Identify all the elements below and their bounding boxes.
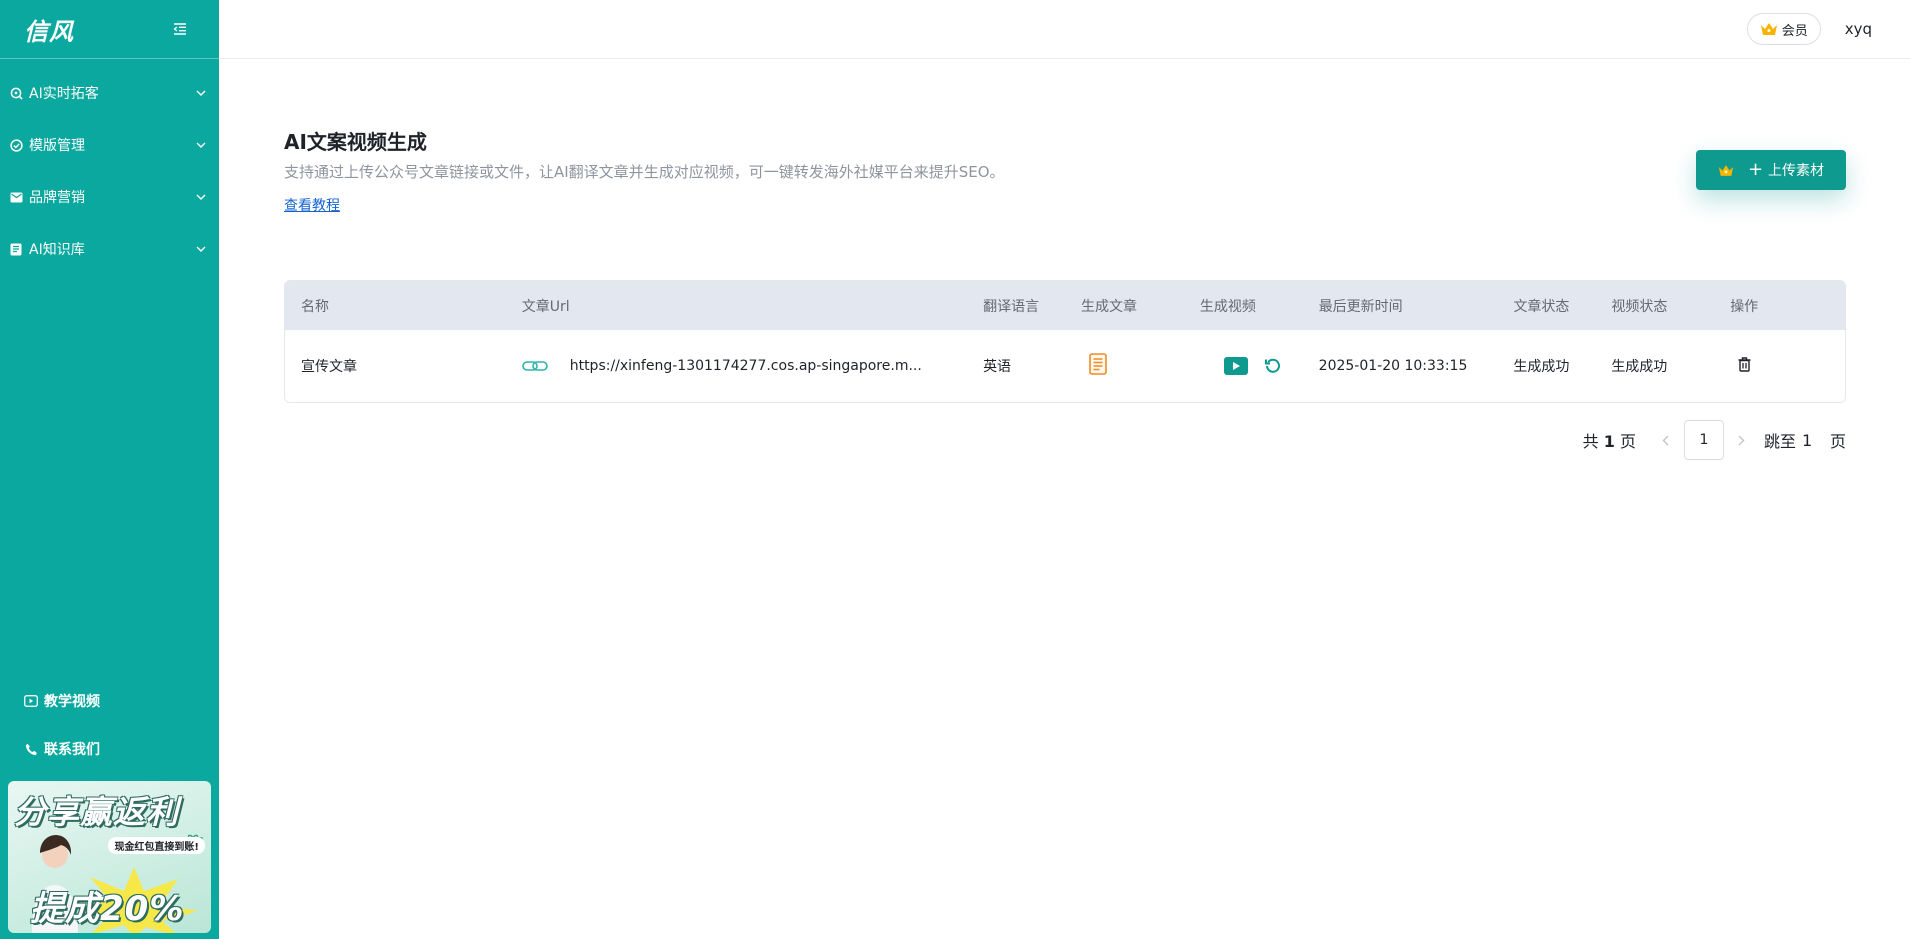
promo-title: 分享赢返利 <box>14 793 180 831</box>
column-header-name: 名称 <box>301 298 329 315</box>
sidebar-item-ai-knowledge-base[interactable]: AI知识库 <box>0 223 219 275</box>
chevron-down-icon <box>195 191 207 203</box>
row-url[interactable]: https://xinfeng-1301174277.cos.ap-singap… <box>570 358 922 374</box>
column-header-article-status: 文章状态 <box>1513 298 1570 315</box>
table-row: 宣传文章 https://xinfeng-1301174277.cos.ap-s… <box>285 330 1845 402</box>
user-name[interactable]: xyq <box>1845 20 1872 38</box>
pagination: 共 1 页 1 跳至 页 <box>1583 420 1846 460</box>
plus-icon: + <box>1747 159 1764 180</box>
jump-page-input[interactable] <box>1795 426 1830 454</box>
member-button[interactable]: 会员 <box>1746 13 1821 45</box>
sidebar-bottom: 教学视频 联系我们 分享赢返利 现金红包直接到账! 提成20% <box>0 677 219 939</box>
column-header-actions: 操作 <box>1730 298 1759 315</box>
page-number-button[interactable]: 1 <box>1683 420 1724 460</box>
member-label: 会员 <box>1781 23 1808 39</box>
page-title: AI文案视频生成 <box>284 130 427 154</box>
mail-icon <box>9 190 23 204</box>
upload-material-button[interactable]: + 上传素材 <box>1696 150 1846 190</box>
next-page-icon[interactable] <box>1730 428 1754 452</box>
row-video-status: 生成成功 <box>1611 359 1668 375</box>
table-header: 名称 文章Url 翻译语言 生成文章 生成视频 最后更新时间 文章状态 视频状态… <box>285 281 1845 330</box>
phone-icon <box>24 742 38 756</box>
sidebar-item-template-management[interactable]: 模版管理 <box>0 119 219 171</box>
row-video-cell <box>1184 357 1303 375</box>
jump-label: 跳至 <box>1763 432 1796 451</box>
page-description: 支持通过上传公众号文章链接或文件，让AI翻译文章并生成对应视频，可一键转发海外社… <box>284 163 1005 181</box>
row-language: 英语 <box>983 359 1012 375</box>
chevron-down-icon <box>195 139 207 151</box>
sidebar-item-brand-marketing[interactable]: 品牌营销 <box>0 171 219 223</box>
column-header-url: 文章Url <box>521 298 570 315</box>
regenerate-icon[interactable] <box>1264 357 1282 375</box>
column-header-updated: 最后更新时间 <box>1318 298 1403 315</box>
app-root: 信风 AI实时拓客 模版管理 品牌营销 AI知识库 教学视频 联系我们 分享赢返… <box>0 0 1910 939</box>
column-header-article: 生成文章 <box>1080 298 1137 315</box>
prev-page-icon[interactable] <box>1654 428 1678 452</box>
delete-icon[interactable] <box>1738 356 1751 372</box>
referral-promo-banner[interactable]: 分享赢返利 现金红包直接到账! 提成20% <box>8 781 211 933</box>
sidebar-item-ai-prospecting[interactable]: AI实时拓客 <box>0 67 219 119</box>
column-header-language: 翻译语言 <box>983 298 1040 315</box>
chevron-down-icon <box>195 87 207 99</box>
menu-collapse-icon[interactable] <box>171 20 189 38</box>
crown-icon <box>1718 164 1734 176</box>
contact-us-link[interactable]: 联系我们 <box>0 725 219 773</box>
sidebar-item-label: 模版管理 <box>29 138 85 154</box>
view-tutorial-link[interactable]: 查看教程 <box>284 195 340 215</box>
top-bar: 会员 xyq <box>219 0 1910 59</box>
row-actions-cell <box>1714 356 1845 376</box>
jump-suffix: 页 <box>1829 432 1846 451</box>
logo[interactable]: 信风 <box>24 12 74 47</box>
book-icon <box>9 242 23 256</box>
article-document-icon[interactable] <box>1089 353 1107 375</box>
row-updated-time: 2025-01-20 10:33:15 <box>1318 358 1468 374</box>
sidebar-item-label: 品牌营销 <box>29 190 85 206</box>
contact-us-label: 联系我们 <box>44 742 100 758</box>
sidebar: 信风 AI实时拓客 模版管理 品牌营销 AI知识库 教学视频 联系我们 分享赢返… <box>0 0 219 939</box>
crown-icon <box>1760 23 1777 35</box>
promo-rate: 提成20% <box>30 889 185 929</box>
play-video-icon[interactable] <box>1223 357 1248 375</box>
column-header-video-status: 视频状态 <box>1611 298 1668 315</box>
link-icon[interactable] <box>521 359 548 373</box>
column-header-video: 生成视频 <box>1199 298 1256 315</box>
row-article-status: 生成成功 <box>1513 359 1570 375</box>
pagination-total: 共 1 页 <box>1582 432 1636 451</box>
tutorial-video-link[interactable]: 教学视频 <box>0 677 219 725</box>
sidebar-header: 信风 <box>0 0 219 59</box>
sidebar-item-label: AI知识库 <box>29 242 85 258</box>
sidebar-item-label: AI实时拓客 <box>29 86 99 102</box>
check-circle-icon <box>9 138 23 152</box>
row-article-cell <box>1065 353 1184 379</box>
sidebar-menu: AI实时拓客 模版管理 品牌营销 AI知识库 <box>0 59 219 275</box>
jump-to-page: 跳至 页 <box>1764 426 1846 454</box>
upload-material-label: 上传素材 <box>1768 163 1825 179</box>
row-name: 宣传文章 <box>301 359 357 375</box>
materials-table: 名称 文章Url 翻译语言 生成文章 生成视频 最后更新时间 文章状态 视频状态… <box>284 280 1846 403</box>
row-url-cell: https://xinfeng-1301174277.cos.ap-singap… <box>506 358 967 374</box>
tutorial-video-label: 教学视频 <box>44 694 100 710</box>
chevron-down-icon <box>195 243 207 255</box>
search-icon <box>9 86 23 100</box>
video-icon <box>24 694 38 708</box>
promo-subtitle: 现金红包直接到账! <box>108 837 205 854</box>
